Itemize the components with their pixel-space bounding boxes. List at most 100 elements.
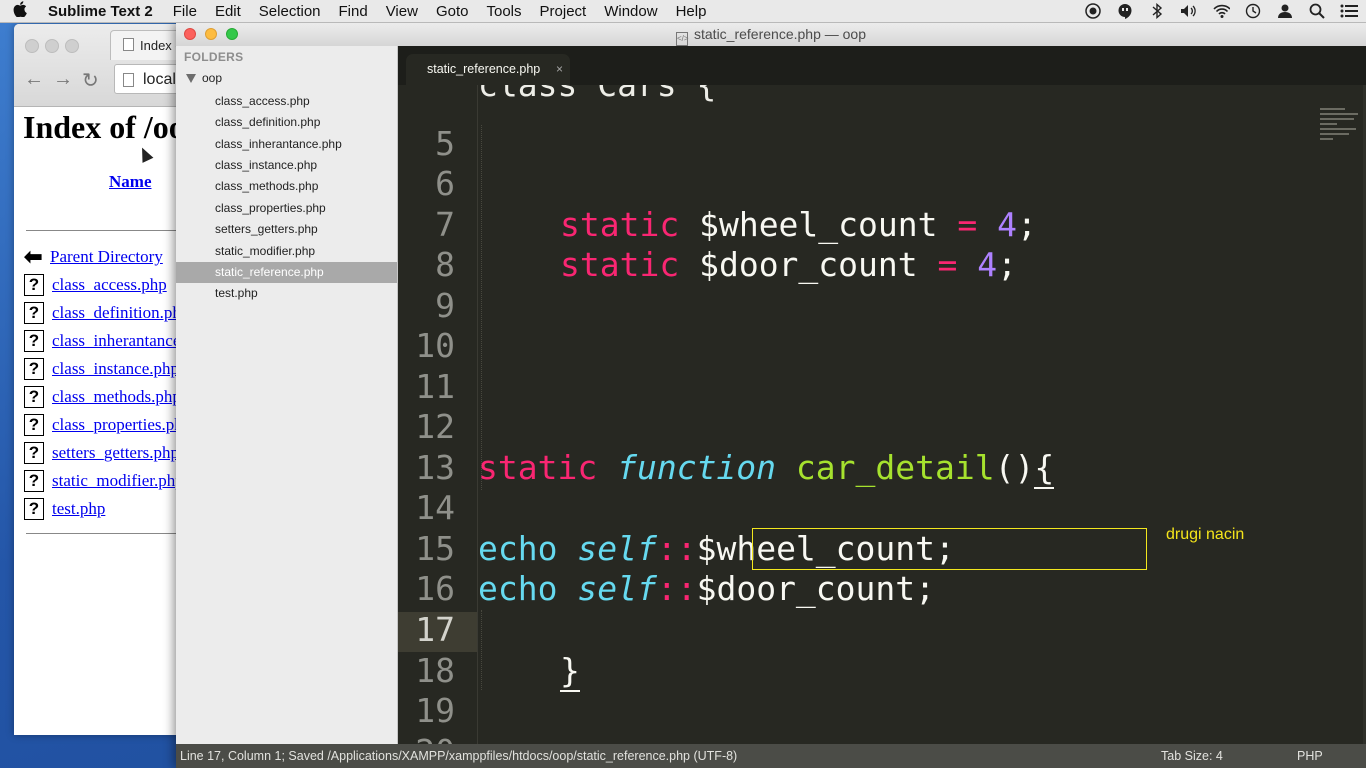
line-number: 20 xyxy=(398,732,455,744)
line-number: 11 xyxy=(415,367,455,406)
menu-edit[interactable]: Edit xyxy=(206,3,250,20)
file-link[interactable]: class_properties.php xyxy=(52,415,191,435)
menu-bar: Sublime Text 2 File Edit Selection Find … xyxy=(0,0,1366,23)
tab-static-reference[interactable]: static_reference.php × xyxy=(406,54,570,85)
file-link[interactable]: class_instance.php xyxy=(52,359,179,379)
code-line-16: echo self::$door_count; xyxy=(478,569,935,609)
indent-guide xyxy=(481,610,482,690)
forward-arrow-icon[interactable]: → xyxy=(53,68,73,91)
bluetooth-icon[interactable] xyxy=(1148,3,1166,19)
minimize-button[interactable] xyxy=(45,39,59,53)
back-folder-icon: ⬅ xyxy=(24,244,43,269)
file-link[interactable]: class_access.php xyxy=(52,275,167,295)
menu-tools[interactable]: Tools xyxy=(477,3,530,20)
window-title: static_reference.php — oop xyxy=(694,26,866,42)
file-link[interactable]: test.php xyxy=(52,499,105,519)
list-item: ? test.php xyxy=(24,497,105,521)
minimap[interactable] xyxy=(1320,105,1362,175)
sidebar-folder-oop[interactable]: oop xyxy=(186,71,222,85)
menu-bar-status-area xyxy=(1084,0,1358,22)
file-link[interactable]: class_methods.php xyxy=(52,387,181,407)
sidebar-file[interactable]: class_definition.php xyxy=(176,112,397,133)
line-number: 16 xyxy=(415,569,455,608)
tab-label: static_reference.php xyxy=(427,62,541,76)
wifi-icon[interactable] xyxy=(1212,3,1230,19)
list-item: ? class_methods.php xyxy=(24,385,181,409)
sidebar-file[interactable]: class_inherantance.php xyxy=(176,134,397,155)
file-link[interactable]: setters_getters.php xyxy=(52,443,179,463)
sidebar-file[interactable]: class_instance.php xyxy=(176,155,397,176)
menu-find[interactable]: Find xyxy=(330,3,377,20)
close-button[interactable] xyxy=(25,39,39,53)
menu-app-name[interactable]: Sublime Text 2 xyxy=(40,3,164,20)
menu-project[interactable]: Project xyxy=(531,3,596,20)
disclosure-triangle-icon[interactable] xyxy=(186,74,196,83)
token-semicolon: ; xyxy=(1017,205,1037,244)
menu-window[interactable]: Window xyxy=(595,3,666,20)
token-number: 4 xyxy=(977,205,1017,244)
spotlight-search-icon[interactable] xyxy=(1308,3,1326,19)
code-editor[interactable]: class Cars { 5 6 7 8 9 10 11 12 13 14 15… xyxy=(398,85,1366,744)
token-close-brace: } xyxy=(560,651,580,692)
minimize-button[interactable] xyxy=(205,28,217,40)
sidebar-file[interactable]: setters_getters.php xyxy=(176,219,397,240)
zoom-button[interactable] xyxy=(65,39,79,53)
annotation-highlight-box xyxy=(752,528,1147,570)
sidebar-file[interactable]: class_access.php xyxy=(176,91,397,112)
hangouts-icon[interactable] xyxy=(1116,3,1134,19)
list-item: ⬅ Parent Directory xyxy=(24,245,163,269)
line-number: 10 xyxy=(415,326,455,365)
line-number: 12 xyxy=(415,407,455,446)
apple-icon[interactable] xyxy=(0,0,40,22)
notification-list-icon[interactable] xyxy=(1340,3,1358,19)
token-number: 4 xyxy=(957,245,998,284)
token-echo: echo xyxy=(478,569,558,608)
menu-view[interactable]: View xyxy=(377,3,427,20)
unknown-file-icon: ? xyxy=(24,470,44,492)
list-item: ? class_instance.php xyxy=(24,357,179,381)
token-static: static xyxy=(560,205,680,244)
menu-selection[interactable]: Selection xyxy=(250,3,330,20)
menu-file[interactable]: File xyxy=(164,3,206,20)
page-icon xyxy=(123,73,134,87)
file-link[interactable]: static_modifier.php xyxy=(52,471,184,491)
line-number: 8 xyxy=(435,245,455,284)
back-arrow-icon[interactable]: ← xyxy=(24,68,44,91)
close-tab-icon[interactable]: × xyxy=(556,54,563,85)
sidebar-file-selected[interactable]: static_reference.php xyxy=(176,262,397,283)
name-column-header[interactable]: Name xyxy=(109,172,151,192)
folders-sidebar: FOLDERS oop class_access.php class_defin… xyxy=(176,46,398,744)
line-number: 19 xyxy=(415,691,455,730)
sidebar-file[interactable]: static_modifier.php xyxy=(176,241,397,262)
menu-goto[interactable]: Goto xyxy=(427,3,478,20)
zoom-button[interactable] xyxy=(226,28,238,40)
close-button[interactable] xyxy=(184,28,196,40)
token-open-brace: { xyxy=(1034,448,1055,489)
unknown-file-icon: ? xyxy=(24,442,44,464)
list-item: ? class_access.php xyxy=(24,273,167,297)
volume-icon[interactable] xyxy=(1180,3,1198,19)
menu-help[interactable]: Help xyxy=(667,3,716,20)
tab-size-selector[interactable]: Tab Size: 4 xyxy=(1161,744,1223,768)
gutter-divider xyxy=(477,85,478,744)
unknown-file-icon: ? xyxy=(24,414,44,436)
sidebar-file[interactable]: class_methods.php xyxy=(176,176,397,197)
code-line-7: static $wheel_count = 4; xyxy=(560,205,1037,245)
token-scope-operator: :: xyxy=(656,529,697,568)
reload-icon[interactable]: ↻ xyxy=(82,68,99,93)
user-icon[interactable] xyxy=(1276,3,1294,19)
folder-label: oop xyxy=(202,71,223,85)
sidebar-file[interactable]: class_properties.php xyxy=(176,198,397,219)
time-machine-icon[interactable] xyxy=(1244,3,1262,19)
token-variable: $door_count xyxy=(679,245,938,284)
syntax-selector[interactable]: PHP xyxy=(1297,744,1323,768)
file-link[interactable]: class_definition.php xyxy=(52,303,189,323)
php-file-icon: </> xyxy=(676,32,689,46)
code-line-18: } xyxy=(560,651,580,692)
parent-directory-link[interactable]: Parent Directory xyxy=(50,247,163,267)
line-number: 6 xyxy=(435,164,455,203)
record-icon[interactable] xyxy=(1084,3,1102,19)
line-number: 18 xyxy=(415,651,455,690)
unknown-file-icon: ? xyxy=(24,498,44,520)
sidebar-file[interactable]: test.php xyxy=(176,283,397,304)
